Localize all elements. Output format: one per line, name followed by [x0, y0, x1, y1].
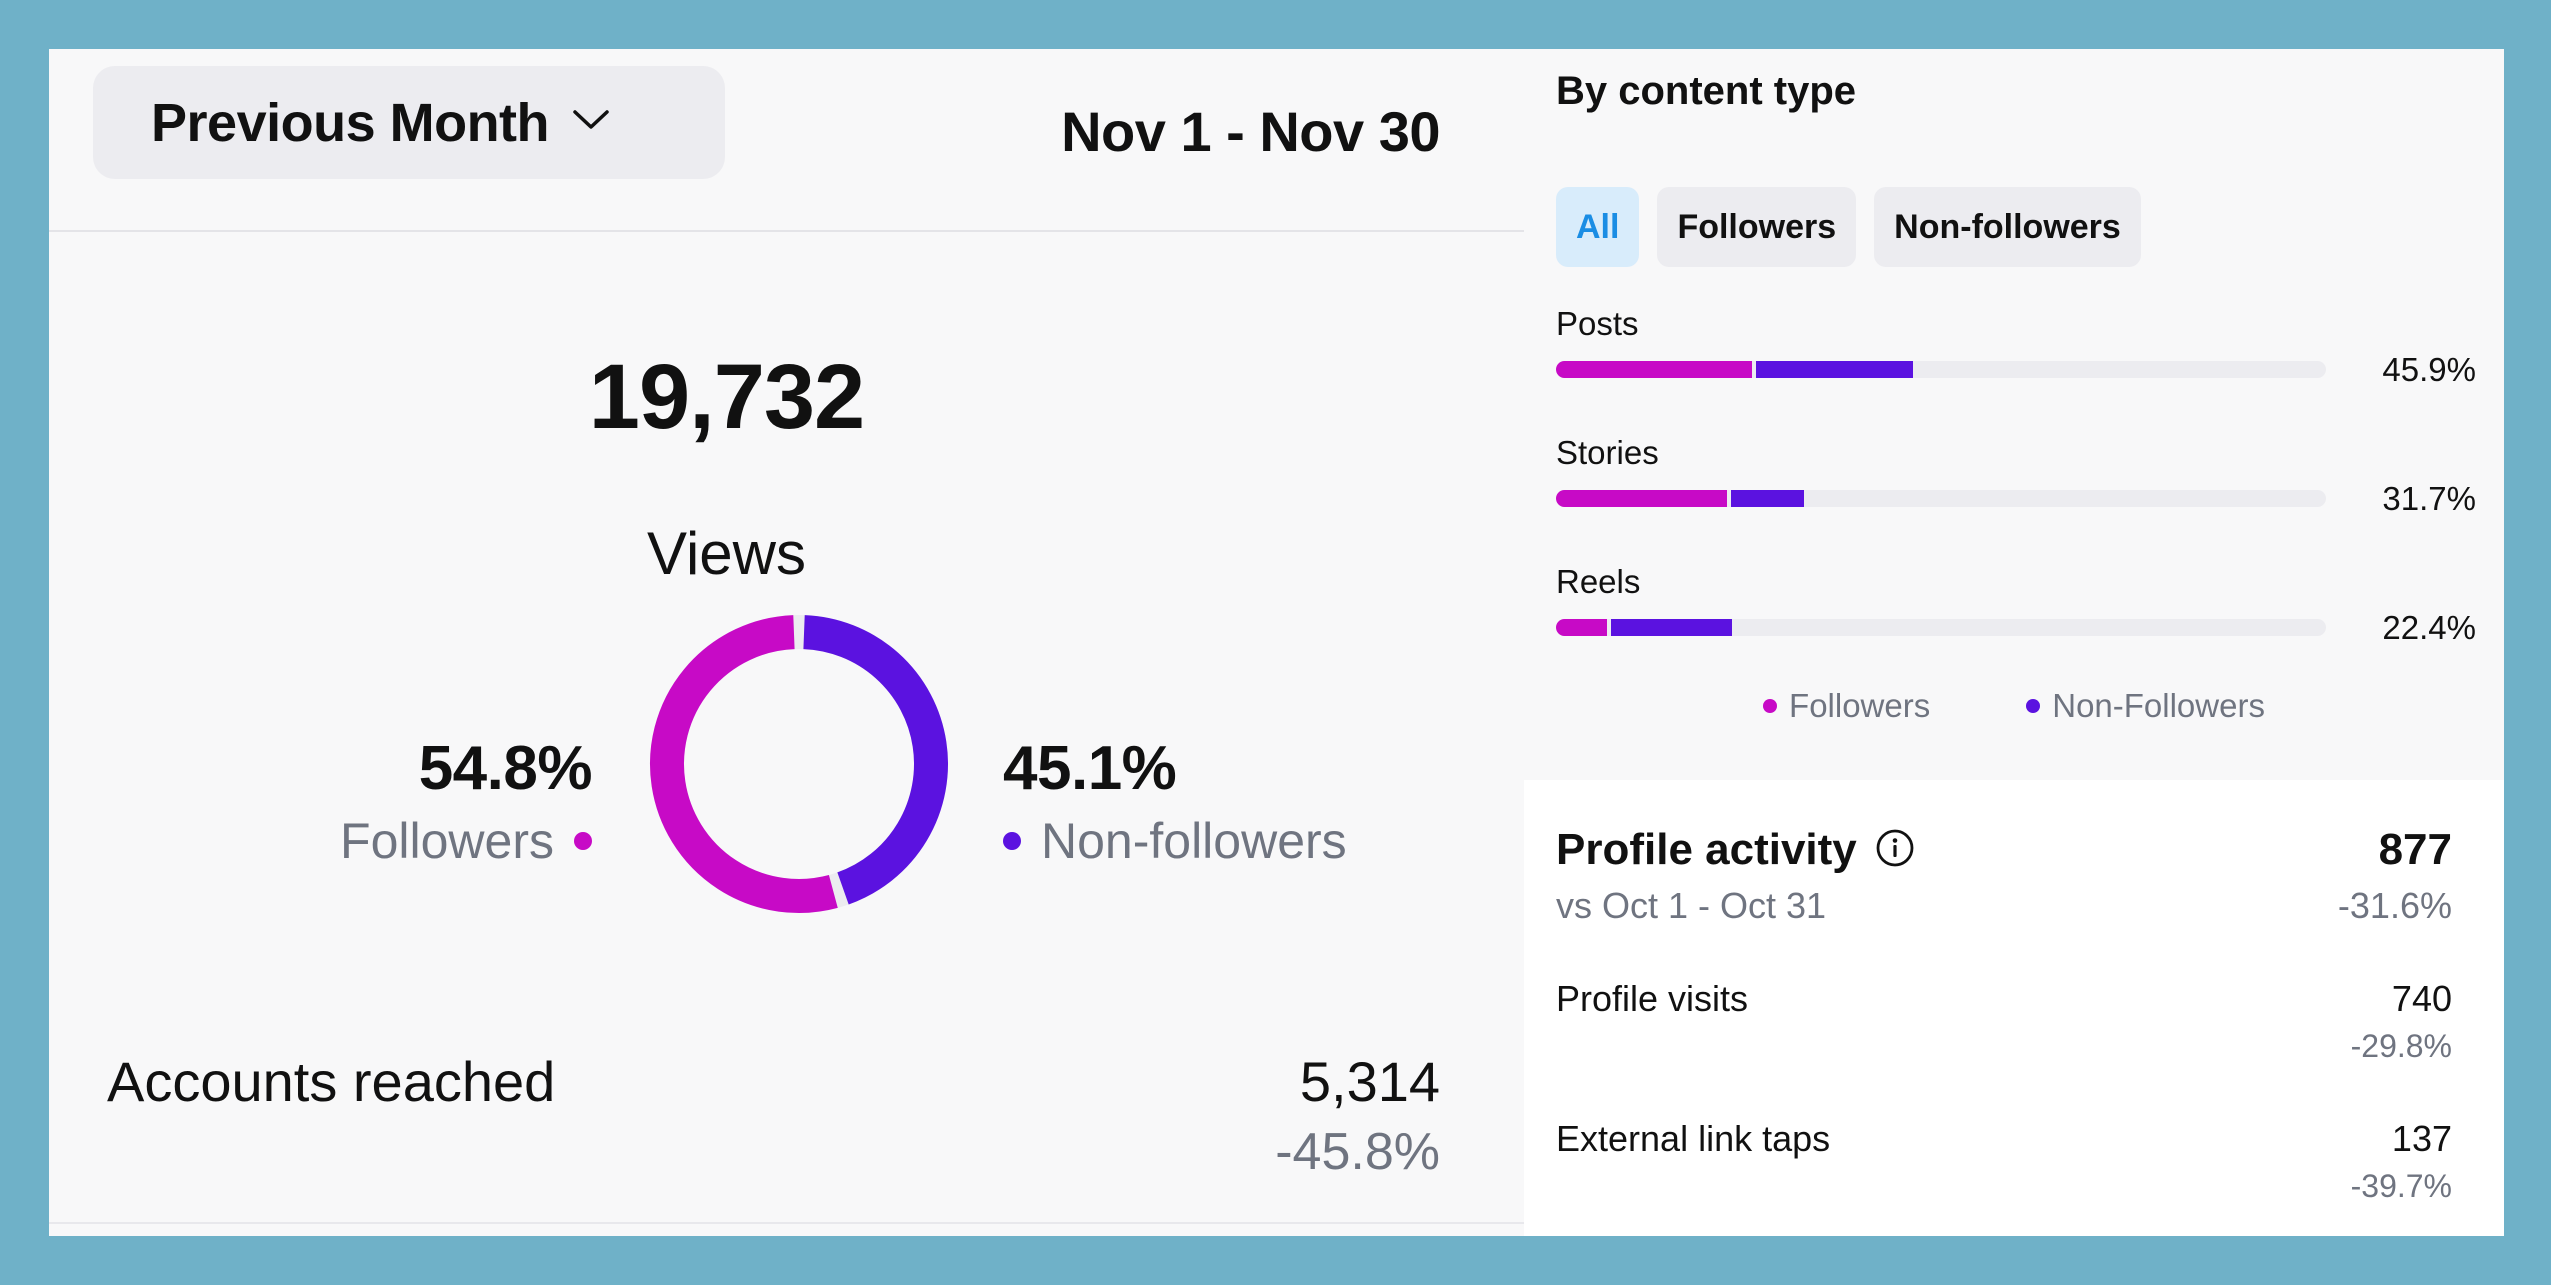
- followers-percent: 54.8%: [418, 734, 593, 803]
- legend-nonfollowers: Non-Followers: [2026, 687, 2265, 725]
- accounts-reached-delta: -45.8%: [1275, 1123, 1440, 1181]
- accounts-reached-label: Accounts reached: [107, 1050, 556, 1113]
- content-row-percent: 31.7%: [2382, 480, 2476, 517]
- chevron-down-icon: [571, 108, 611, 137]
- filter-followers[interactable]: Followers: [1657, 187, 1857, 267]
- followers-label: Followers: [340, 813, 554, 869]
- views-donut-chart: [650, 615, 948, 913]
- nonfollowers-stat: 45.1% Non-followers: [1003, 733, 1347, 870]
- content-row-percent: 22.4%: [2382, 609, 2476, 646]
- content-row-stories: Stories 31.7%: [1556, 434, 2476, 517]
- section-title: By content type: [1556, 69, 1857, 113]
- nonfollowers-dot: [1003, 832, 1021, 850]
- nonfollowers-legend: Non-followers: [1003, 812, 1347, 870]
- content-type-panel: By content type All Followers Non-follow…: [1524, 49, 2504, 780]
- followers-stat: 54.8% Followers: [340, 733, 592, 870]
- nonfollowers-bar-segment: [1756, 361, 1914, 378]
- donut-followers-arc: [650, 615, 838, 913]
- followers-bar-segment: [1556, 361, 1753, 378]
- divider: [49, 1222, 1524, 1224]
- profile-activity-comparison: vs Oct 1 - Oct 31: [1556, 885, 1827, 926]
- content-bar-track: [1556, 619, 2326, 636]
- followers-bar-segment: [1556, 490, 1727, 507]
- bar-legend: Followers Non-Followers: [1524, 687, 2504, 725]
- period-dropdown-button[interactable]: Previous Month: [93, 66, 725, 179]
- nonfollowers-label: Non-followers: [1041, 813, 1347, 869]
- external-link-taps-delta: -39.7%: [2350, 1168, 2452, 1204]
- followers-legend: Followers: [340, 812, 592, 870]
- nonfollowers-bar-segment: [1730, 490, 1805, 507]
- profile-activity-title: Profile activity: [1556, 825, 1857, 874]
- content-row-name: Reels: [1556, 563, 1641, 600]
- profile-activity-value: 877: [2378, 825, 2452, 874]
- profile-visits-stat: 740 -29.8%: [2351, 978, 2452, 1065]
- nonfollowers-percent: 45.1%: [1003, 734, 1177, 803]
- views-value: 19,732: [588, 346, 865, 448]
- accounts-reached-stat: 5,314 -45.8%: [1275, 1049, 1440, 1182]
- profile-activity-panel: Profile activity vs Oct 1 - Oct 31 877 -…: [1524, 780, 2504, 1236]
- date-range: Nov 1 - Nov 30: [1061, 100, 1440, 163]
- content-filter-tabs: All Followers Non-followers: [1556, 187, 2141, 267]
- profile-activity-stat: 877 -31.6%: [2338, 825, 2452, 927]
- views-label: Views: [647, 520, 806, 587]
- content-row-name: Posts: [1556, 305, 1639, 342]
- profile-visits-label: Profile visits: [1556, 978, 1749, 1019]
- legend-nonfollowers-label: Non-Followers: [2052, 687, 2265, 724]
- period-label: Previous Month: [151, 92, 550, 153]
- nonfollowers-dot: [2026, 699, 2041, 713]
- external-link-taps-stat: 137 -39.7%: [2351, 1118, 2452, 1205]
- accounts-reached-value: 5,314: [1299, 1050, 1440, 1113]
- overview-panel: Previous Month Nov 1 - Nov 30 19,732 Vie…: [49, 49, 1524, 1236]
- content-row-reels: Reels 22.4%: [1556, 563, 2476, 646]
- external-link-taps-value: 137: [2391, 1118, 2452, 1159]
- followers-bar-segment: [1556, 619, 1607, 636]
- content-row-name: Stories: [1556, 434, 1659, 471]
- profile-visits-value: 740: [2391, 978, 2452, 1019]
- external-link-taps-label: External link taps: [1556, 1118, 1831, 1159]
- legend-followers-label: Followers: [1789, 687, 1931, 724]
- divider: [49, 230, 1524, 232]
- profile-activity-heading: Profile activity: [1556, 825, 1915, 875]
- followers-dot: [1763, 699, 1778, 713]
- legend-followers: Followers: [1763, 687, 1930, 725]
- filter-non-followers[interactable]: Non-followers: [1874, 187, 2141, 267]
- followers-dot: [574, 832, 592, 850]
- profile-visits-delta: -29.8%: [2350, 1028, 2452, 1064]
- nonfollowers-bar-segment: [1610, 619, 1733, 636]
- content-bar-track: [1556, 361, 2326, 378]
- content-row-percent: 45.9%: [2382, 351, 2476, 388]
- donut-nonfollowers-arc: [803, 615, 948, 905]
- filter-all[interactable]: All: [1556, 187, 1640, 267]
- info-icon[interactable]: [1875, 828, 1915, 873]
- content-bar-track: [1556, 490, 2326, 507]
- content-row-posts: Posts 45.9%: [1556, 305, 2476, 388]
- profile-activity-delta: -31.6%: [2337, 885, 2452, 926]
